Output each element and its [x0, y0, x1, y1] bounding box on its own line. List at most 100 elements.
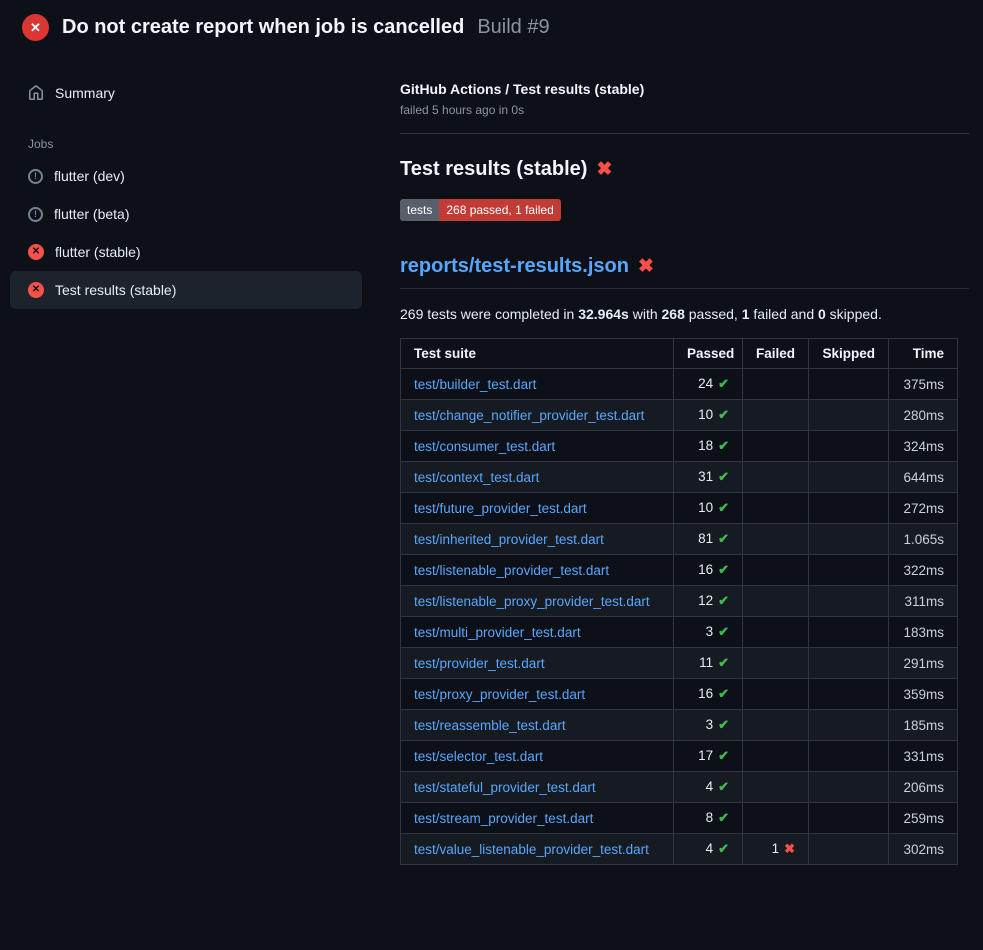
count-value: 8 — [706, 810, 714, 825]
run-title: Do not create report when job is cancell… — [62, 16, 464, 39]
table-header-row: Test suitePassedFailedSkippedTime — [401, 339, 958, 369]
suite-cell: test/proxy_provider_test.dart — [401, 679, 674, 710]
passed-cell: 4✔ — [674, 772, 743, 803]
stopped-circle-icon: ! — [28, 169, 43, 184]
test-suite-link[interactable]: test/reassemble_test.dart — [414, 718, 566, 733]
results-summary-text: 269 tests were completed in 32.964s with… — [400, 306, 969, 322]
test-suite-link[interactable]: test/provider_test.dart — [414, 656, 545, 671]
summary-text: 269 tests were completed in — [400, 306, 578, 322]
test-suite-link[interactable]: test/proxy_provider_test.dart — [414, 687, 585, 702]
sidebar-summary-label: Summary — [55, 85, 115, 101]
passed-cell: 31 ✔ — [674, 462, 743, 493]
count-value: 16 — [698, 562, 713, 577]
failed-cell — [743, 431, 809, 462]
test-suite-link[interactable]: test/builder_test.dart — [414, 377, 536, 392]
table-row: test/provider_test.dart11✔291ms — [401, 648, 958, 679]
sidebar-item-flutter-stable[interactable]: ✕ flutter (stable) — [10, 233, 362, 271]
test-suite-link[interactable]: test/inherited_provider_test.dart — [414, 532, 604, 547]
suite-cell: test/listenable_proxy_provider_test.dart — [401, 586, 674, 617]
test-suite-link[interactable]: test/selector_test.dart — [414, 749, 543, 764]
suite-cell: test/provider_test.dart — [401, 648, 674, 679]
failed-x-icon: ✖ — [638, 257, 654, 276]
passed-cell: 8✔ — [674, 803, 743, 834]
run-failed-status-icon: ✕ — [22, 14, 49, 41]
test-suite-link[interactable]: test/stateful_provider_test.dart — [414, 780, 596, 795]
badge-value: 268 passed, 1 failed — [439, 199, 560, 221]
sidebar-item-flutter-beta[interactable]: !flutter (beta) — [10, 195, 362, 233]
sidebar-item-summary[interactable]: Summary — [10, 75, 362, 111]
passed-cell: 3✔ — [674, 617, 743, 648]
check-icon: ✔ — [718, 748, 729, 763]
failed-cell — [743, 648, 809, 679]
layout: Summary Jobs !flutter (dev)!flutter (bet… — [0, 53, 983, 905]
count-value: 18 — [698, 438, 713, 453]
home-icon — [28, 85, 44, 101]
test-suite-link[interactable]: test/future_provider_test.dart — [414, 501, 587, 516]
run-header: ✕ Do not create report when job is cance… — [0, 0, 983, 53]
failed-cell — [743, 369, 809, 400]
table-row: test/change_notifier_provider_test.dart1… — [401, 400, 958, 431]
failed-cell — [743, 493, 809, 524]
summary-text: passed, — [685, 306, 742, 322]
failed-cell — [743, 617, 809, 648]
test-suite-link[interactable]: test/multi_provider_test.dart — [414, 625, 581, 640]
time-cell: 331ms — [889, 741, 958, 772]
table-row: test/listenable_proxy_provider_test.dart… — [401, 586, 958, 617]
summary-number: 0 — [818, 306, 826, 322]
failed-cell — [743, 524, 809, 555]
summary-text: with — [629, 306, 662, 322]
stopped-circle-icon: ! — [28, 207, 43, 222]
build-number: Build #9 — [477, 16, 549, 39]
sidebar-item-test-results-stable[interactable]: ✕Test results (stable) — [10, 271, 362, 309]
failed-cell — [743, 400, 809, 431]
failed-cell — [743, 462, 809, 493]
test-suite-link[interactable]: test/stream_provider_test.dart — [414, 811, 593, 826]
suite-cell: test/context_test.dart — [401, 462, 674, 493]
report-file-link[interactable]: reports/test-results.json — [400, 255, 629, 278]
failed-cell — [743, 803, 809, 834]
skipped-cell — [809, 710, 889, 741]
passed-cell: 18✔ — [674, 431, 743, 462]
skipped-cell — [809, 555, 889, 586]
count-value: 12 — [698, 593, 713, 608]
test-suite-link[interactable]: test/value_listenable_provider_test.dart — [414, 842, 649, 857]
count-value: 31 — [698, 469, 713, 484]
check-run-heading: Test results (stable) ✖ — [400, 158, 969, 181]
sidebar: Summary Jobs !flutter (dev)!flutter (bet… — [0, 53, 372, 309]
sidebar-item-label: flutter (dev) — [54, 168, 125, 184]
sidebar-item-flutter-dev[interactable]: ! flutter (dev) — [10, 157, 362, 195]
test-suite-link[interactable]: test/listenable_proxy_provider_test.dart — [414, 594, 650, 609]
check-icon: ✔ — [718, 841, 729, 856]
test-suite-link[interactable]: test/change_notifier_provider_test.dart — [414, 408, 644, 423]
table-body: test/builder_test.dart24✔375mstest/chang… — [401, 369, 958, 865]
sidebar-item-label: flutter (stable) — [55, 244, 141, 260]
table-row: test/value_listenable_provider_test.dart… — [401, 834, 958, 865]
suite-cell: test/selector_test.dart — [401, 741, 674, 772]
check-icon: ✔ — [718, 469, 729, 484]
check-run-title: Test results (stable) — [400, 158, 587, 181]
table-row: test/stateful_provider_test.dart4✔206ms — [401, 772, 958, 803]
time-cell: 280ms — [889, 400, 958, 431]
test-suite-link[interactable]: test/listenable_provider_test.dart — [414, 563, 609, 578]
suite-cell: test/builder_test.dart — [401, 369, 674, 400]
suite-cell: test/stateful_provider_test.dart — [401, 772, 674, 803]
report-heading: reports/test-results.json ✖ — [400, 255, 969, 289]
time-cell: 324ms — [889, 431, 958, 462]
passed-cell: 81 ✔ — [674, 524, 743, 555]
check-icon: ✔ — [718, 531, 729, 546]
check-icon: ✔ — [718, 717, 729, 732]
suite-cell: test/multi_provider_test.dart — [401, 617, 674, 648]
table-row: test/proxy_provider_test.dart16✔359ms — [401, 679, 958, 710]
check-icon: ✔ — [718, 376, 729, 391]
passed-cell: 24✔ — [674, 369, 743, 400]
check-icon: ✔ — [718, 655, 729, 670]
x-circle-icon: ✕ — [28, 244, 44, 260]
test-suite-link[interactable]: test/context_test.dart — [414, 470, 539, 485]
count-value: 81 — [698, 531, 713, 546]
table-row: test/future_provider_test.dart10✔272ms — [401, 493, 958, 524]
test-suite-link[interactable]: test/consumer_test.dart — [414, 439, 555, 454]
column-header-time: Time — [889, 339, 958, 369]
table-row: test/builder_test.dart24✔375ms — [401, 369, 958, 400]
badge-label: tests — [400, 199, 439, 221]
passed-cell: 11✔ — [674, 648, 743, 679]
